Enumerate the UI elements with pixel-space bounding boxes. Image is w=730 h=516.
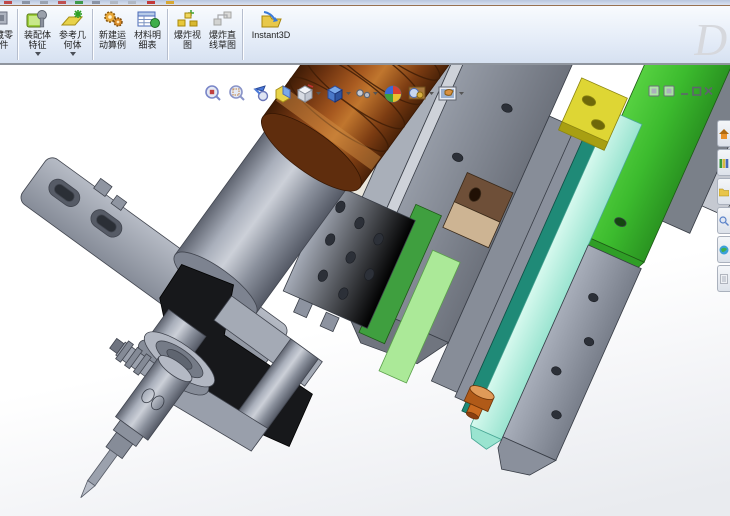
child-window-controls: [648, 85, 713, 97]
tab-search[interactable]: [717, 207, 730, 234]
tiny-icon: [92, 1, 100, 4]
tiny-icon: [110, 1, 118, 4]
reference-geometry-icon: [60, 10, 83, 26]
toolbar-button-exploded-view[interactable]: 爆炸视图: [170, 6, 205, 50]
toolbar-button-new-motion-study[interactable]: 新建运动算例: [95, 6, 130, 50]
document-icon: [720, 273, 728, 284]
bill-of-materials-icon: [137, 11, 160, 28]
tab-appearances-scenes[interactable]: [717, 265, 730, 292]
chevron-down-icon[interactable]: [429, 92, 434, 95]
toolbar-button-label: Instant3D: [251, 30, 291, 40]
tiny-icon: [147, 1, 155, 4]
books-icon: [719, 158, 729, 168]
toolbar-separator: [167, 9, 168, 60]
toolbar-button-reference-geometry[interactable]: 参考几何体: [55, 6, 90, 56]
toolbar-button-explode-line-sketch[interactable]: 爆炸直线草图: [205, 6, 240, 50]
toolbar-button-label: 装配体特征: [23, 30, 51, 50]
tab-solidworks-resources[interactable]: [717, 120, 730, 147]
toolbar-button-instant3d[interactable]: Instant3D: [245, 6, 297, 40]
hide-show-items-icon[interactable]: [356, 89, 371, 99]
exploded-view-icon: [177, 10, 197, 27]
chevron-down-icon[interactable]: [316, 92, 321, 95]
folder-icon: [719, 188, 729, 196]
toolbar-separator: [92, 9, 93, 60]
chevron-down-icon: [69, 52, 76, 56]
toolbar-button-label: 新建运动算例: [98, 30, 126, 50]
toolbar-button-label: 爆炸视图: [173, 30, 201, 50]
tab-view-palette[interactable]: [717, 236, 730, 263]
chevron-down-icon[interactable]: [373, 92, 378, 95]
task-pane-tabs: [717, 120, 730, 294]
assembly-features-icon: [26, 10, 47, 28]
command-manager-toolbar: 隐藏零部件 装配体特征 参考几何体: [0, 6, 730, 65]
graphics-viewport[interactable]: [0, 65, 730, 516]
tiny-icon: [4, 1, 12, 4]
zoom-to-area-icon[interactable]: [229, 85, 245, 101]
chevron-down-icon[interactable]: [346, 92, 351, 95]
view-settings-icon[interactable]: [438, 86, 457, 101]
view-orientation-icon[interactable]: [296, 84, 314, 103]
section-view-icon[interactable]: [275, 85, 291, 103]
toolbar-button-label: 参考几何体: [58, 30, 86, 50]
toolbar-button-hide-components-clipped[interactable]: 隐藏零部件: [0, 6, 15, 50]
tiny-icon: [22, 1, 30, 4]
assembly-model[interactable]: [0, 65, 730, 516]
toolbar-button-label: 爆炸直线草图: [208, 30, 236, 50]
tab-design-library[interactable]: [717, 149, 730, 176]
globe-icon: [719, 245, 729, 254]
restore-icon[interactable]: [692, 86, 702, 96]
toolbar-button-label: 材料明细表: [133, 30, 161, 50]
chevron-down-icon: [34, 52, 41, 56]
toolbar-button-bill-of-materials[interactable]: 材料明细表: [130, 6, 165, 50]
motion-study-icon: [103, 11, 123, 27]
tiny-icon: [166, 1, 174, 4]
search-icon: [719, 215, 729, 226]
toolbar-button-label: 隐藏零部件: [0, 30, 13, 50]
solidworks-window: 隐藏零部件 装配体特征 参考几何体: [0, 0, 730, 516]
heads-up-view-toolbar: [205, 84, 464, 103]
previous-view-icon[interactable]: [253, 85, 269, 102]
toolbar-separator: [17, 9, 18, 60]
hide-components-icon: [0, 11, 7, 25]
explode-line-sketch-icon: [213, 11, 231, 26]
edit-appearance-icon[interactable]: [384, 85, 402, 103]
toolbar-button-assembly-features[interactable]: 装配体特征: [20, 6, 55, 56]
apply-scene-icon[interactable]: [408, 86, 426, 100]
display-style-icon[interactable]: [326, 85, 344, 103]
zoom-to-fit-icon[interactable]: [205, 85, 221, 101]
instant3d-icon: [261, 11, 282, 28]
tiny-icon: [128, 1, 136, 4]
tiny-icon: [58, 1, 66, 4]
close-icon[interactable]: [704, 86, 713, 96]
toolbar-separator: [242, 9, 243, 60]
tiny-icon: [75, 1, 83, 4]
dispensing-needle[interactable]: [73, 431, 134, 504]
tab-file-explorer[interactable]: [717, 178, 730, 205]
home-icon: [719, 128, 729, 139]
tiny-icon: [40, 1, 48, 4]
chevron-down-icon[interactable]: [459, 92, 464, 95]
